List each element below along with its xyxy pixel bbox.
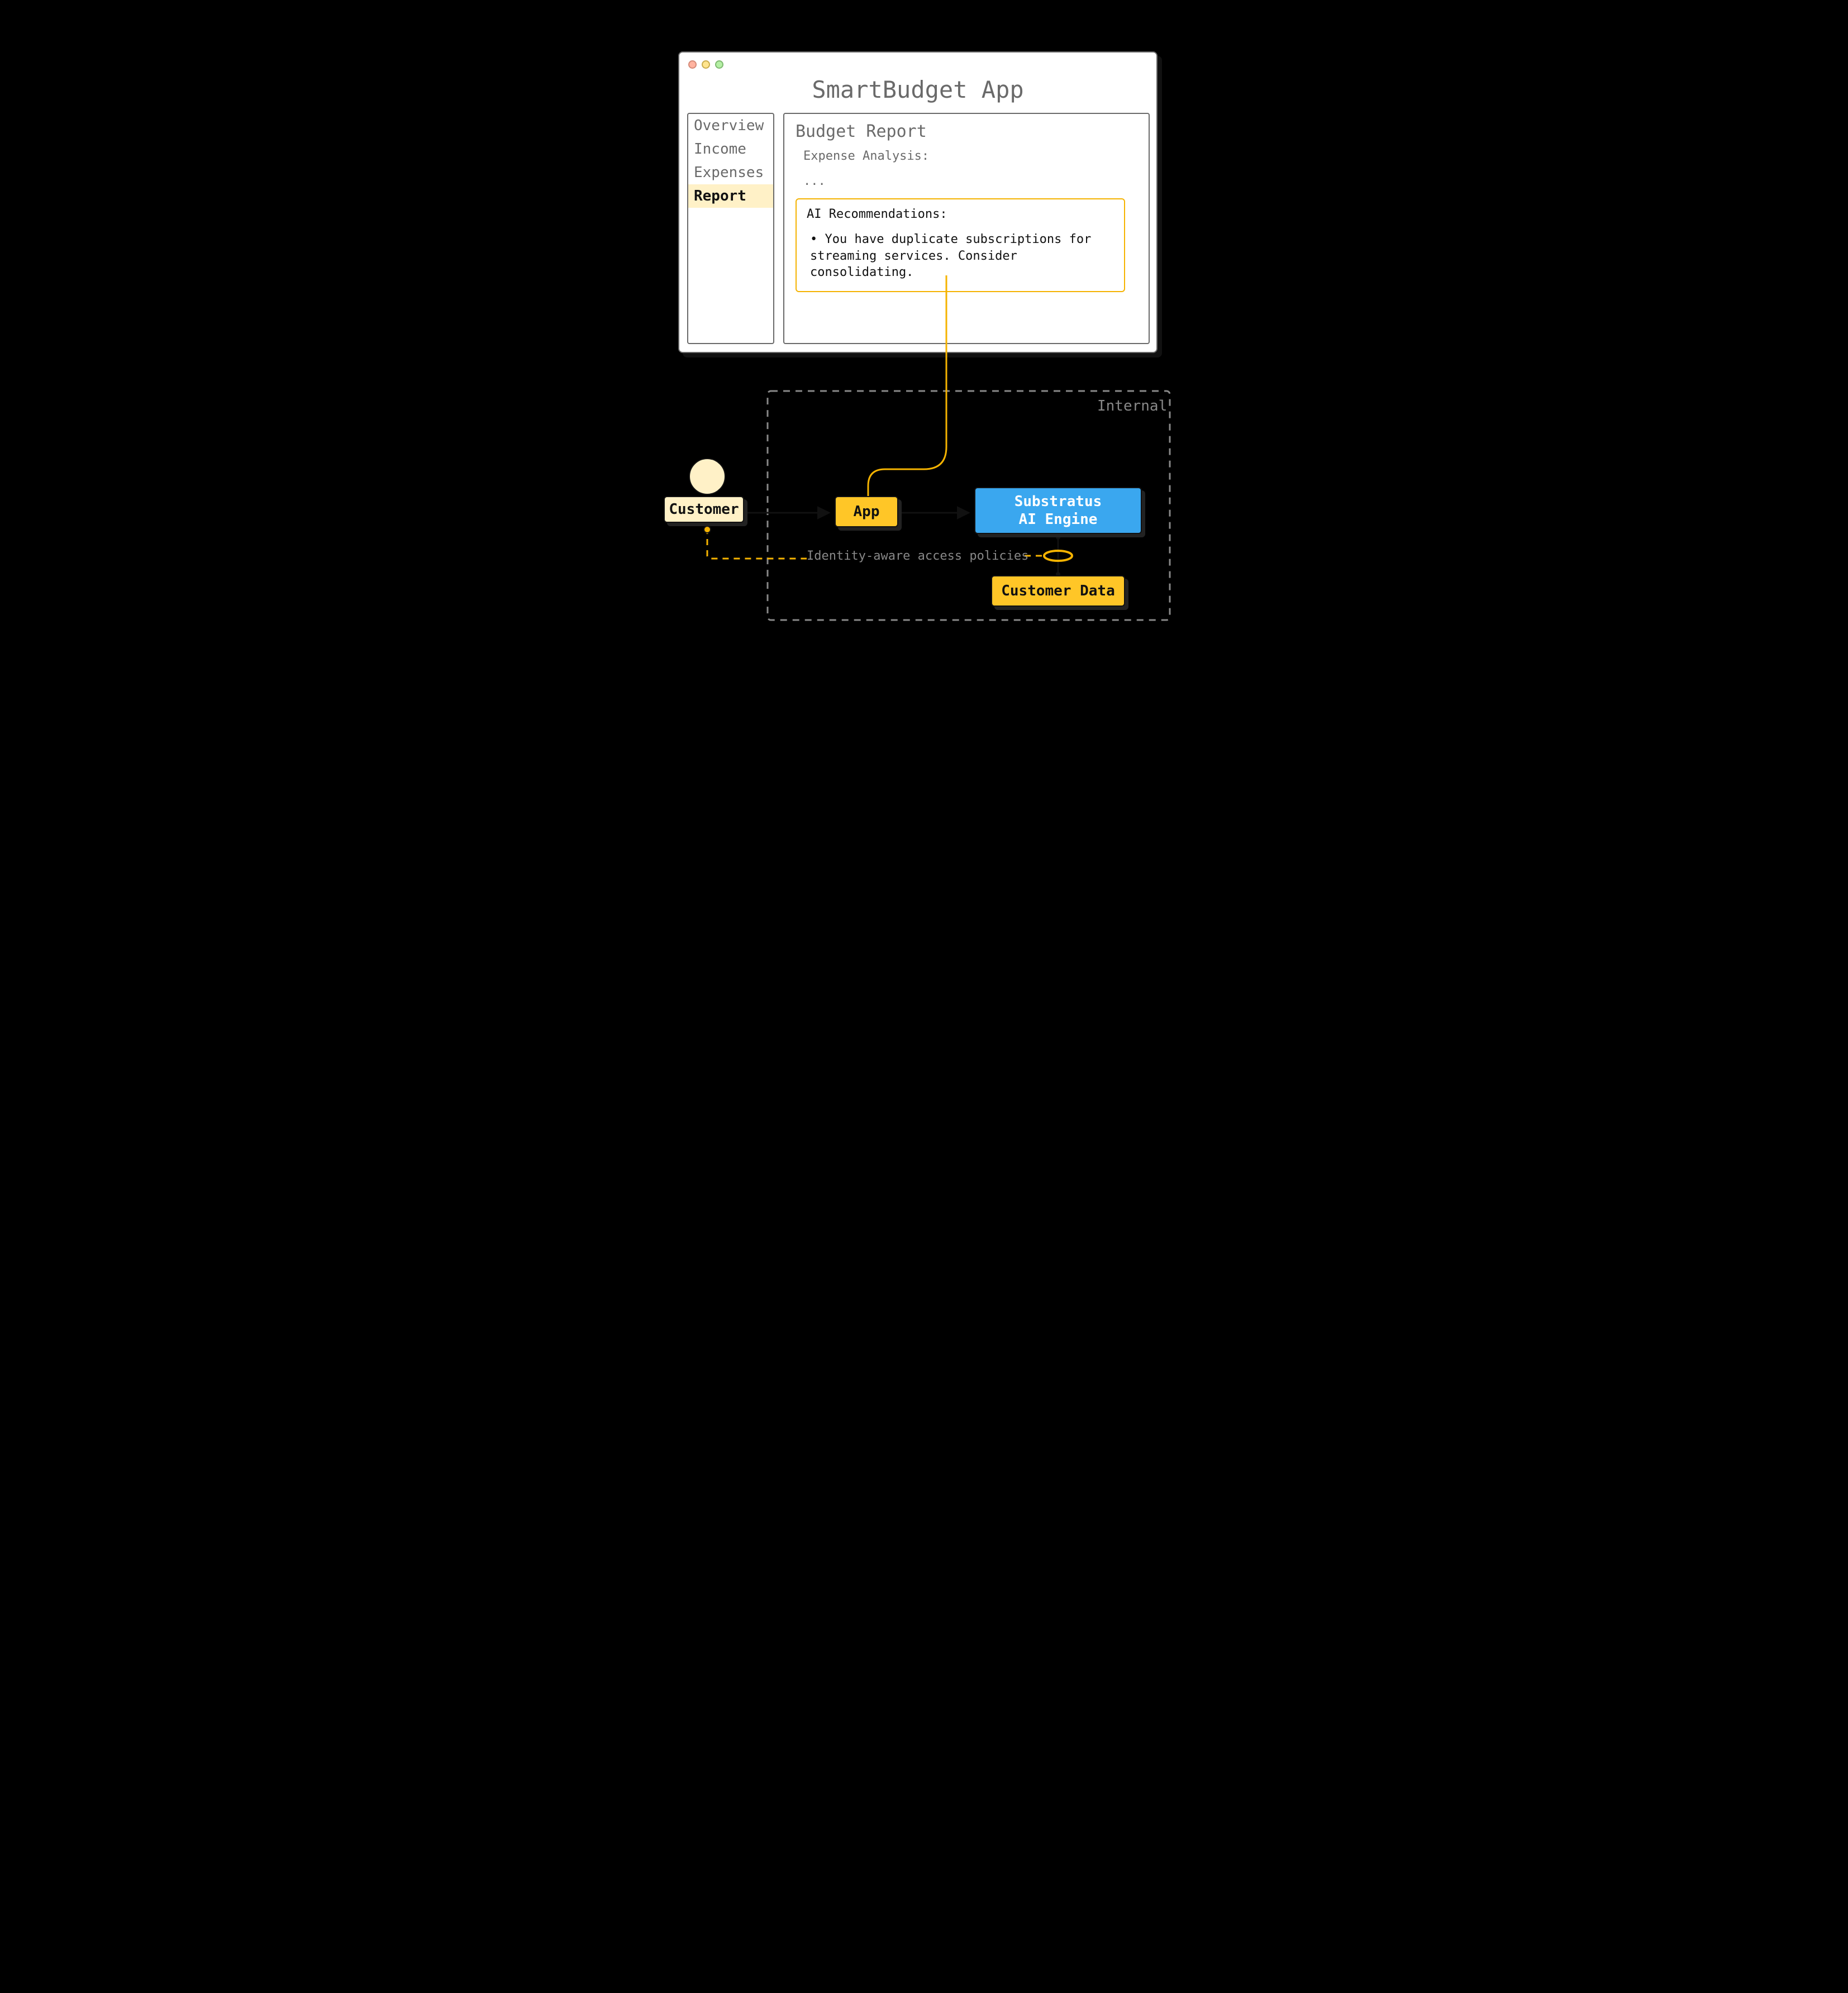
engine-node: Substratus AI Engine bbox=[974, 487, 1142, 534]
engine-node-label-line1: Substratus bbox=[1015, 493, 1102, 511]
policy-origin-dot-icon bbox=[704, 526, 711, 533]
app-node-label: App bbox=[854, 503, 880, 520]
connector-reco-to-app bbox=[868, 275, 946, 496]
app-node: App bbox=[835, 496, 898, 527]
policy-label: Identity-aware access policies bbox=[807, 549, 1028, 563]
customer-data-node-label: Customer Data bbox=[1001, 583, 1115, 599]
customer-node-label: Customer bbox=[669, 501, 739, 518]
customer-avatar-icon bbox=[689, 458, 726, 495]
engine-node-label-line2: AI Engine bbox=[1019, 511, 1098, 529]
internal-label: Internal bbox=[1097, 398, 1167, 414]
customer-data-node: Customer Data bbox=[991, 575, 1125, 607]
diagram-stage: SmartBudget App Overview Income Expenses… bbox=[622, 0, 1226, 651]
policy-path-left bbox=[707, 528, 807, 559]
customer-node: Customer bbox=[664, 496, 744, 523]
